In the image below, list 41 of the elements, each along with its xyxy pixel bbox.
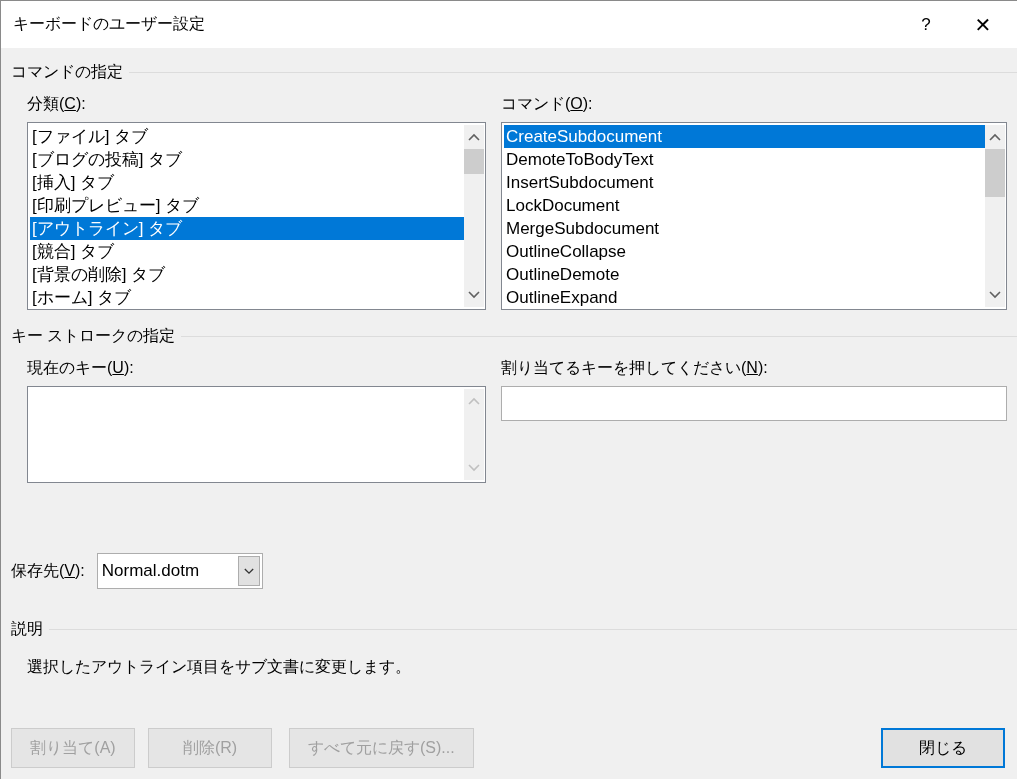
list-item[interactable]: OutlineDemote (504, 263, 985, 286)
list-label: コマンド(O): (501, 94, 594, 114)
list-item[interactable]: [競合] タブ (30, 240, 464, 263)
field-label: 保存先(V): (11, 560, 85, 581)
dropdown-button[interactable] (237, 556, 260, 586)
list-item[interactable]: InsertSubdocument (504, 171, 985, 194)
scroll-up-icon[interactable] (468, 133, 480, 141)
list-item[interactable]: [背景の削除] タブ (30, 263, 464, 286)
list-item[interactable]: [ブログの投稿] タブ (30, 148, 464, 171)
section-title: キー ストロークの指定 (11, 325, 176, 346)
list-item[interactable]: DemoteToBodyText (504, 148, 985, 171)
scroll-thumb[interactable] (985, 149, 1005, 197)
description-text: 選択したアウトライン項目をサブ文書に変更します。 (27, 657, 412, 677)
list-item[interactable]: [印刷プレビュー] タブ (30, 194, 464, 217)
scroll-down-icon[interactable] (468, 291, 480, 299)
list-item[interactable]: OutlineCollapse (504, 240, 985, 263)
save-in-dropdown[interactable]: Normal.dotm (96, 553, 263, 589)
list-item[interactable]: CreateSubdocument (504, 125, 985, 148)
scroll-down-icon[interactable] (989, 291, 1001, 299)
window-title: キーボードのユーザー設定 (13, 14, 206, 34)
close-button[interactable]: ✕ (949, 1, 1017, 48)
scroll-up-icon[interactable] (989, 133, 1001, 141)
scroll-thumb[interactable] (464, 149, 484, 174)
list-item[interactable]: [挿入] タブ (30, 171, 464, 194)
list-item[interactable]: [アウトライン] タブ (30, 217, 464, 240)
field-label: 現在のキー(U): (27, 358, 135, 378)
list-item[interactable]: [ファイル] タブ (30, 125, 464, 148)
scrollbar[interactable] (985, 125, 1005, 307)
list-item[interactable]: LockDocument (504, 194, 985, 217)
help-button[interactable]: ? (903, 1, 949, 48)
field-label: 割り当てるキーを押してください(N): (501, 358, 769, 378)
section-title: 説明 (11, 618, 43, 639)
key-input-field[interactable] (501, 386, 1007, 421)
list-item[interactable]: [ホーム] タブ (30, 286, 464, 309)
list-item[interactable]: OutlineExpand (504, 286, 985, 309)
scrollbar[interactable] (464, 125, 484, 307)
section-title: コマンドの指定 (11, 61, 123, 82)
dialog-button[interactable]: 閉じる (881, 728, 1005, 768)
caret-icon[interactable] (243, 567, 254, 575)
list-item[interactable]: MergeSubdocument (504, 217, 985, 240)
list-label: 分類(C): (27, 94, 87, 114)
